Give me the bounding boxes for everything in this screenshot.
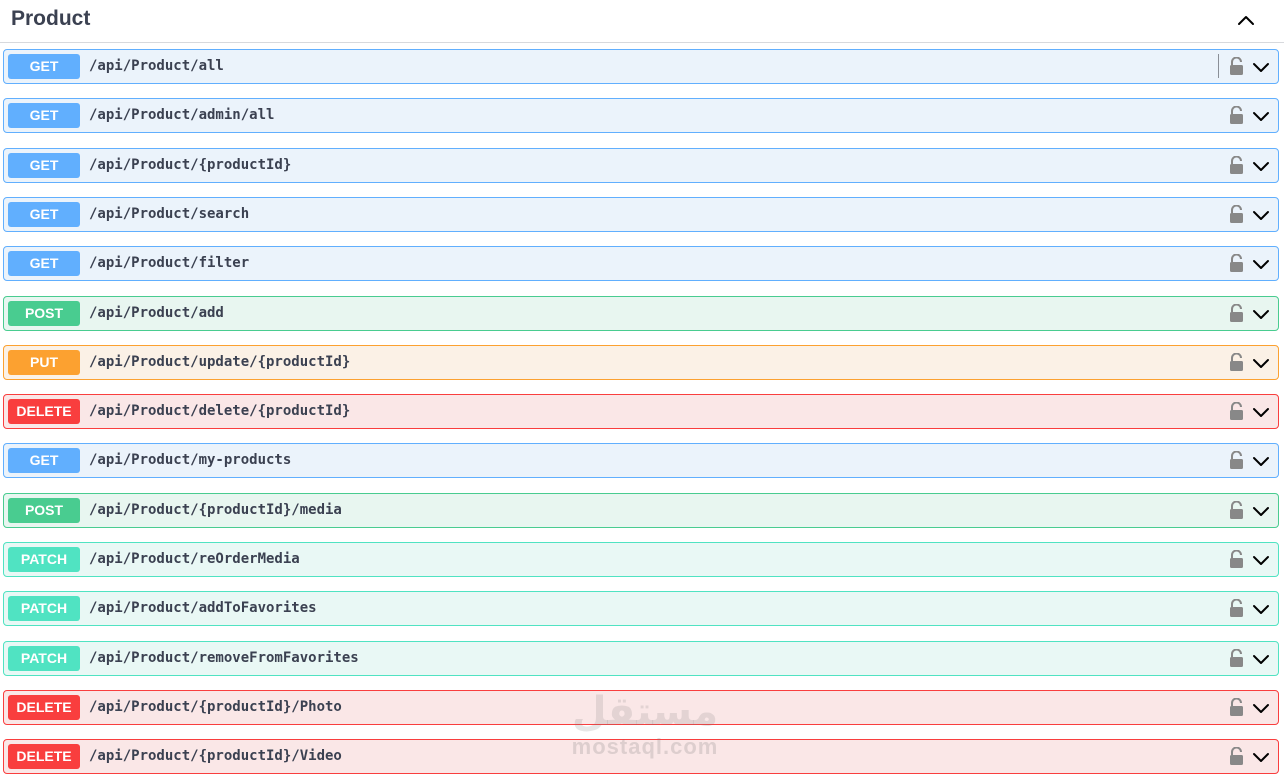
chevron-down-icon[interactable]: [1251, 353, 1271, 373]
method-badge: GET: [8, 251, 80, 276]
chevron-down-icon[interactable]: [1251, 599, 1271, 619]
operation-path: /api/Product/{productId}/media: [89, 502, 342, 518]
method-badge: DELETE: [8, 399, 80, 424]
method-badge: GET: [8, 153, 80, 178]
chevron-down-icon[interactable]: [1251, 254, 1271, 274]
operation-row-get[interactable]: GET/api/Product/all: [3, 49, 1279, 84]
operation-row-delete[interactable]: DELETE/api/Product/{productId}/Photo: [3, 690, 1279, 725]
operation-path: /api/Product/filter: [89, 255, 250, 271]
unlocked-padlock-icon[interactable]: [1229, 105, 1244, 125]
chevron-down-icon[interactable]: [1251, 205, 1271, 225]
operation-path: /api/Product/search: [89, 206, 250, 222]
chevron-down-icon[interactable]: [1251, 747, 1271, 767]
operation-path: /api/Product/delete/{productId}: [89, 403, 351, 419]
chevron-down-icon[interactable]: [1251, 550, 1271, 570]
method-badge: POST: [8, 498, 80, 523]
operation-row-patch[interactable]: PATCH/api/Product/reOrderMedia: [3, 542, 1279, 577]
method-badge: DELETE: [8, 695, 80, 720]
unlocked-padlock-icon[interactable]: [1229, 56, 1244, 76]
operation-path: /api/Product/update/{productId}: [89, 354, 351, 370]
chevron-down-icon[interactable]: [1251, 402, 1271, 422]
unlocked-padlock-icon[interactable]: [1229, 204, 1244, 224]
chevron-down-icon[interactable]: [1251, 501, 1271, 521]
unlocked-padlock-icon[interactable]: [1229, 303, 1244, 323]
operation-row-patch[interactable]: PATCH/api/Product/removeFromFavorites: [3, 641, 1279, 676]
operation-row-put[interactable]: PUT/api/Product/update/{productId}: [3, 345, 1279, 380]
chevron-down-icon[interactable]: [1251, 106, 1271, 126]
chevron-down-icon[interactable]: [1251, 57, 1271, 77]
divider: [1218, 54, 1219, 78]
operation-row-patch[interactable]: PATCH/api/Product/addToFavorites: [3, 591, 1279, 626]
unlocked-padlock-icon[interactable]: [1229, 746, 1244, 766]
method-badge: PATCH: [8, 596, 80, 621]
method-badge: PUT: [8, 350, 80, 375]
method-badge: GET: [8, 448, 80, 473]
operation-row-get[interactable]: GET/api/Product/admin/all: [3, 98, 1279, 133]
unlocked-padlock-icon[interactable]: [1229, 352, 1244, 372]
operation-row-get[interactable]: GET/api/Product/search: [3, 197, 1279, 232]
unlocked-padlock-icon[interactable]: [1229, 155, 1244, 175]
unlocked-padlock-icon[interactable]: [1229, 401, 1244, 421]
unlocked-padlock-icon[interactable]: [1229, 450, 1244, 470]
operation-path: /api/Product/all: [89, 58, 224, 74]
method-badge: GET: [8, 54, 80, 79]
chevron-down-icon[interactable]: [1251, 451, 1271, 471]
operation-row-delete[interactable]: DELETE/api/Product/delete/{productId}: [3, 394, 1279, 429]
unlocked-padlock-icon[interactable]: [1229, 500, 1244, 520]
method-badge: GET: [8, 103, 80, 128]
operation-row-post[interactable]: POST/api/Product/{productId}/media: [3, 493, 1279, 528]
operation-path: /api/Product/{productId}/Photo: [89, 699, 342, 715]
chevron-down-icon[interactable]: [1251, 156, 1271, 176]
method-badge: PATCH: [8, 646, 80, 671]
chevron-down-icon[interactable]: [1251, 698, 1271, 718]
operation-path: /api/Product/{productId}/Video: [89, 748, 342, 764]
operation-path: /api/Product/add: [89, 305, 224, 321]
operation-row-get[interactable]: GET/api/Product/{productId}: [3, 148, 1279, 183]
operation-path: /api/Product/reOrderMedia: [89, 551, 300, 567]
unlocked-padlock-icon[interactable]: [1229, 697, 1244, 717]
operation-row-get[interactable]: GET/api/Product/filter: [3, 246, 1279, 281]
method-badge: PATCH: [8, 547, 80, 572]
chevron-down-icon[interactable]: [1251, 649, 1271, 669]
operation-path: /api/Product/admin/all: [89, 107, 275, 123]
operation-path: /api/Product/my-products: [89, 452, 292, 468]
unlocked-padlock-icon[interactable]: [1229, 598, 1244, 618]
unlocked-padlock-icon[interactable]: [1229, 253, 1244, 273]
operation-row-get[interactable]: GET/api/Product/my-products: [3, 443, 1279, 478]
chevron-down-icon[interactable]: [1251, 304, 1271, 324]
method-badge: GET: [8, 202, 80, 227]
operation-row-delete[interactable]: DELETE/api/Product/{productId}/Video: [3, 739, 1279, 774]
operation-path: /api/Product/{productId}: [89, 157, 292, 173]
operation-path: /api/Product/addToFavorites: [89, 600, 317, 616]
operations-list: GET/api/Product/all GET/api/Product/admin…: [0, 0, 1284, 780]
operation-row-post[interactable]: POST/api/Product/add: [3, 296, 1279, 331]
operation-path: /api/Product/removeFromFavorites: [89, 650, 359, 666]
method-badge: POST: [8, 301, 80, 326]
unlocked-padlock-icon[interactable]: [1229, 648, 1244, 668]
method-badge: DELETE: [8, 744, 80, 769]
unlocked-padlock-icon[interactable]: [1229, 549, 1244, 569]
